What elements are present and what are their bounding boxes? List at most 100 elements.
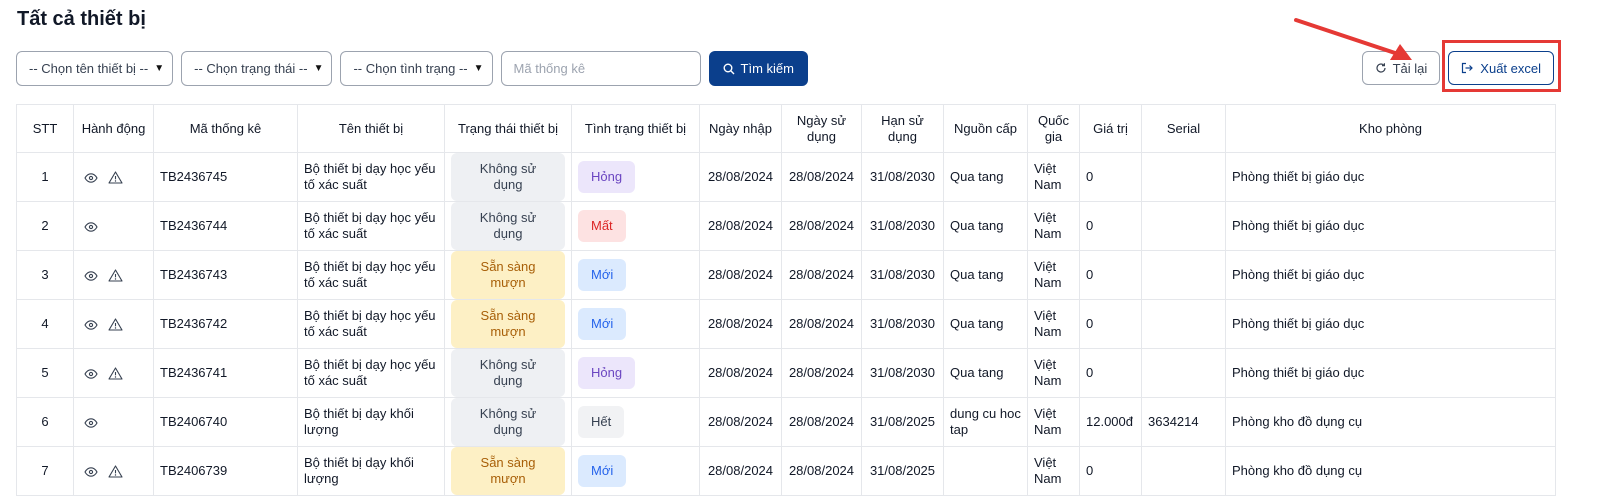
warning-icon[interactable]: [108, 318, 123, 331]
row-stt: 2: [16, 201, 74, 251]
table-body: 1 TB2436745 Bộ thiết bị dạy học yếu tố xác…: [16, 152, 1556, 496]
row-condition-cell: Mới: [571, 299, 700, 349]
column-header-actions: Hành động: [73, 104, 154, 153]
row-name: Bộ thiết bị dạy khối lượng: [297, 397, 445, 447]
row-source: Qua tang: [943, 152, 1028, 202]
row-expiry: 31/08/2030: [861, 152, 944, 202]
column-header-value: Giá trị: [1079, 104, 1142, 153]
search-button-label: Tìm kiếm: [740, 61, 794, 76]
row-room: Phòng kho đồ dụng cụ: [1225, 446, 1556, 496]
eye-icon[interactable]: [84, 172, 98, 183]
column-header-name: Tên thiết bị: [297, 104, 445, 153]
search-button[interactable]: Tìm kiếm: [708, 51, 808, 86]
row-expiry: 31/08/2030: [861, 299, 944, 349]
column-header-room: Kho phòng: [1225, 104, 1556, 153]
row-condition-badge: Hỏng: [578, 161, 636, 193]
row-country: Việt Nam: [1027, 446, 1080, 496]
column-header-expiry: Hạn sử dụng: [861, 104, 944, 153]
row-condition-badge: Mới: [578, 308, 627, 340]
chevron-down-icon: ▼: [473, 63, 484, 74]
row-use-date: 28/08/2024: [781, 397, 862, 447]
column-header-status: Trạng thái thiết bị: [444, 104, 572, 153]
eye-icon[interactable]: [84, 466, 98, 477]
condition-select-value: -- Chọn tình trạng --: [353, 61, 468, 76]
table-row: 2 TB2436744 Bộ thiết bị dạy học yếu tố xác…: [16, 201, 1556, 251]
status-select[interactable]: -- Chọn trạng thái -- ▼: [181, 51, 333, 86]
row-import-date: 28/08/2024: [699, 152, 782, 202]
eye-icon[interactable]: [84, 417, 98, 428]
device-name-select[interactable]: -- Chọn tên thiết bị -- ▼: [16, 51, 174, 86]
table-row: 5 TB2436741 Bộ thiết bị dạy học yếu tố xác…: [16, 348, 1556, 398]
row-name: Bộ thiết bị dạy học yếu tố xác suất: [297, 299, 445, 349]
eye-icon[interactable]: [84, 270, 98, 281]
eye-icon[interactable]: [84, 368, 98, 379]
row-actions: [73, 348, 154, 398]
row-source: [943, 446, 1028, 496]
row-use-date: 28/08/2024: [781, 348, 862, 398]
row-import-date: 28/08/2024: [699, 201, 782, 251]
reload-button-label: Tải lại: [1392, 60, 1428, 76]
row-country: Việt Nam: [1027, 201, 1080, 251]
warning-icon[interactable]: [108, 465, 123, 478]
row-import-date: 28/08/2024: [699, 397, 782, 447]
row-condition-cell: Hết: [571, 397, 700, 447]
eye-icon[interactable]: [84, 319, 98, 330]
row-status-cell: Không sử dụng: [444, 348, 572, 398]
row-name: Bộ thiết bị dạy học yếu tố xác suất: [297, 201, 445, 251]
code-search-input[interactable]: [500, 51, 701, 86]
row-code: TB2436743: [153, 250, 298, 300]
row-room: Phòng kho đồ dụng cụ: [1225, 397, 1556, 447]
condition-select[interactable]: -- Chọn tình trạng -- ▼: [340, 51, 493, 86]
reload-button[interactable]: Tải lại: [1361, 51, 1441, 85]
row-code: TB2436741: [153, 348, 298, 398]
row-import-date: 28/08/2024: [699, 446, 782, 496]
warning-icon[interactable]: [108, 269, 123, 282]
row-country: Việt Nam: [1027, 397, 1080, 447]
column-header-condition: Tình trạng thiết bị: [571, 104, 700, 153]
row-condition-cell: Hỏng: [571, 152, 700, 202]
row-condition-cell: Mất: [571, 201, 700, 251]
row-source: Qua tang: [943, 299, 1028, 349]
row-country: Việt Nam: [1027, 299, 1080, 349]
row-status-cell: Không sử dụng: [444, 152, 572, 202]
row-use-date: 28/08/2024: [781, 299, 862, 349]
row-stt: 3: [16, 250, 74, 300]
row-stt: 4: [16, 299, 74, 349]
table-row: 3 TB2436743 Bộ thiết bị dạy học yếu tố xác…: [16, 250, 1556, 300]
row-actions: [73, 250, 154, 300]
eye-icon[interactable]: [84, 221, 98, 232]
row-status-cell: Sẵn sàng mượn: [444, 446, 572, 496]
filter-bar: -- Chọn tên thiết bị -- ▼ -- Chọn trạng …: [16, 51, 808, 86]
warning-icon[interactable]: [108, 171, 123, 184]
row-import-date: 28/08/2024: [699, 250, 782, 300]
row-condition-badge: Mất: [578, 210, 626, 242]
row-source: Qua tang: [943, 348, 1028, 398]
row-status-cell: Sẵn sàng mượn: [444, 299, 572, 349]
row-status-badge: Sẵn sàng mượn: [451, 251, 565, 299]
row-serial: [1141, 446, 1226, 496]
row-value: 12.000đ: [1079, 397, 1142, 447]
row-name: Bộ thiết bị dạy khối lượng: [297, 446, 445, 496]
column-header-use-date: Ngày sử dụng: [781, 104, 862, 153]
row-room: Phòng thiết bị giáo dục: [1225, 250, 1556, 300]
row-name: Bộ thiết bị dạy học yếu tố xác suất: [297, 348, 445, 398]
column-header-source: Nguồn cấp: [943, 104, 1028, 153]
export-excel-button[interactable]: Xuất excel: [1448, 51, 1554, 85]
column-header-stt: STT: [16, 104, 74, 153]
table-row: 1 TB2436745 Bộ thiết bị dạy học yếu tố xác…: [16, 152, 1556, 202]
row-room: Phòng thiết bị giáo dục: [1225, 201, 1556, 251]
warning-icon[interactable]: [108, 367, 123, 380]
column-header-country: Quốc gia: [1027, 104, 1080, 153]
row-code: TB2436745: [153, 152, 298, 202]
row-serial: [1141, 348, 1226, 398]
row-status-badge: Không sử dụng: [451, 202, 565, 250]
row-stt: 1: [16, 152, 74, 202]
row-name: Bộ thiết bị dạy học yếu tố xác suất: [297, 152, 445, 202]
row-use-date: 28/08/2024: [781, 250, 862, 300]
row-code: TB2436744: [153, 201, 298, 251]
row-condition-badge: Hỏng: [578, 357, 636, 389]
status-select-value: -- Chọn trạng thái --: [194, 61, 308, 76]
row-actions: [73, 201, 154, 251]
device-name-select-value: -- Chọn tên thiết bị --: [29, 61, 149, 76]
row-room: Phòng thiết bị giáo dục: [1225, 348, 1556, 398]
